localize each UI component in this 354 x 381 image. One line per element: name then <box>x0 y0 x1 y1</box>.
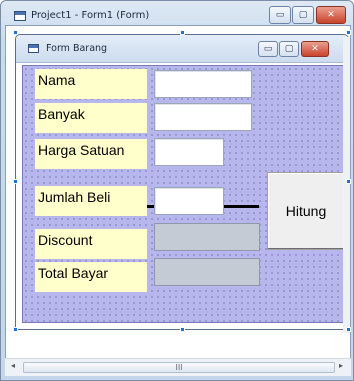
jumlah-beli-input[interactable] <box>154 187 224 215</box>
resize-handle-bottom-left[interactable] <box>13 327 18 332</box>
scroll-right-arrow-icon[interactable]: ▸ <box>339 361 343 370</box>
form-title: Form Barang <box>46 43 108 54</box>
hitung-button[interactable]: Hitung <box>267 172 345 250</box>
harga-satuan-input[interactable] <box>154 138 224 166</box>
resize-handle-bottom-right[interactable] <box>346 327 351 332</box>
label-total-bayar: Total Bayar <box>35 262 147 292</box>
form-minimize-button[interactable]: ▭ <box>258 41 278 57</box>
form-window-icon <box>14 11 26 21</box>
resize-handle-left[interactable] <box>13 179 18 184</box>
resize-handle-top[interactable] <box>180 30 185 35</box>
resize-handle-top-right[interactable] <box>346 30 351 35</box>
form-barang-window[interactable]: Form Barang ▭ ▢ ✕ Nama Banyak Harga Satu… <box>15 34 349 330</box>
maximize-button[interactable]: ▢ <box>292 6 314 24</box>
form-title-bar[interactable]: Form Barang ▭ ▢ ✕ <box>16 35 348 63</box>
designer-title: Project1 - Form1 (Form) <box>31 10 150 21</box>
scroll-thumb[interactable]: III <box>23 362 335 373</box>
vertical-scrollbar[interactable] <box>343 37 350 333</box>
designer-window: Project1 - Form1 (Form) ▭ ▢ ✕ Form Baran… <box>0 0 354 381</box>
nama-input[interactable] <box>154 70 252 98</box>
resize-handle-bottom[interactable] <box>180 327 185 332</box>
form-maximize-button[interactable]: ▢ <box>279 41 299 57</box>
form-icon <box>28 44 39 53</box>
form-close-button[interactable]: ✕ <box>301 41 329 57</box>
label-jumlah-beli: Jumlah Beli <box>35 186 147 216</box>
label-harga-satuan: Harga Satuan <box>35 139 147 169</box>
label-discount: Discount <box>35 229 147 259</box>
scroll-left-arrow-icon[interactable]: ◂ <box>11 361 15 370</box>
label-banyak: Banyak <box>35 103 147 133</box>
close-button[interactable]: ✕ <box>316 6 346 24</box>
resize-handle-top-left[interactable] <box>13 30 18 35</box>
form-design-surface[interactable]: Nama Banyak Harga Satuan Jumlah Beli Dis… <box>22 65 345 323</box>
banyak-input[interactable] <box>154 103 252 131</box>
resize-handle-right[interactable] <box>346 179 351 184</box>
label-nama: Nama <box>35 69 147 99</box>
minimize-button[interactable]: ▭ <box>269 6 291 24</box>
discount-output[interactable] <box>154 223 260 251</box>
total-bayar-output[interactable] <box>154 258 260 286</box>
horizontal-scrollbar[interactable]: ◂ III ▸ <box>5 358 351 376</box>
